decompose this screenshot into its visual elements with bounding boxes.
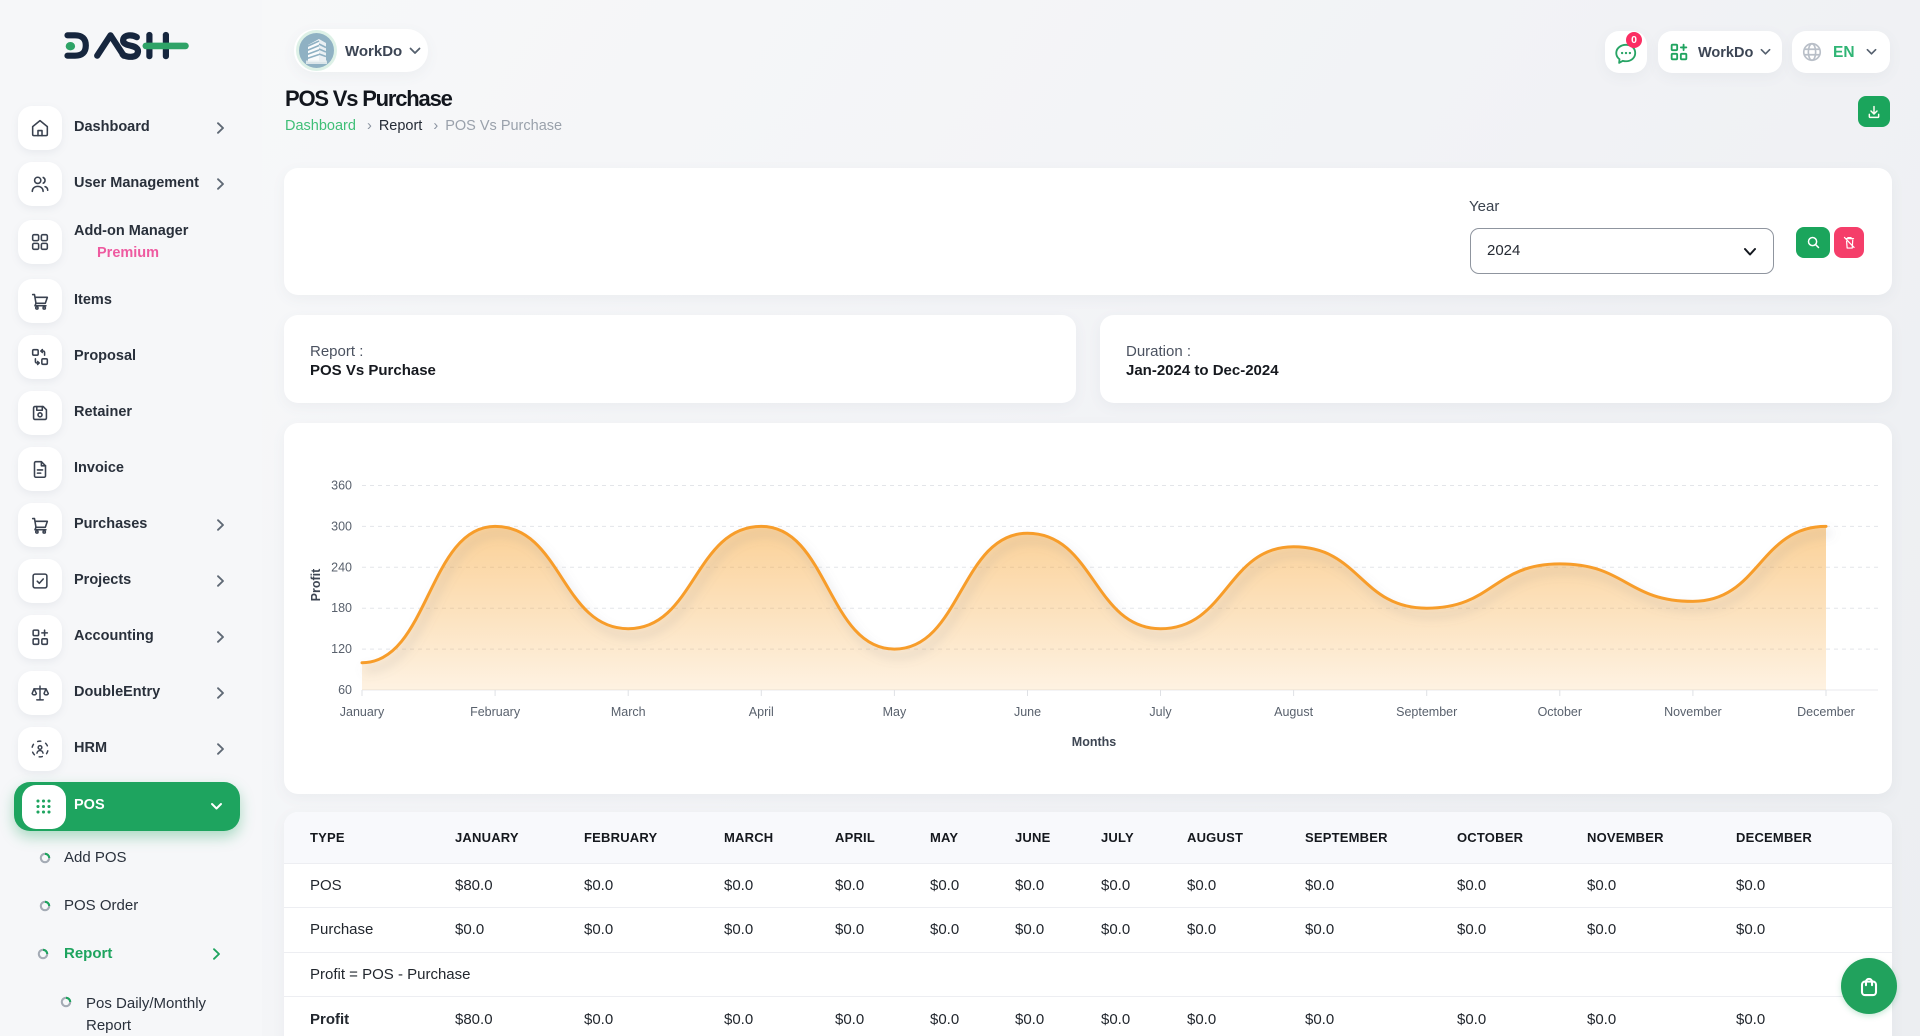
svg-text:180: 180 bbox=[331, 601, 352, 615]
svg-text:60: 60 bbox=[338, 683, 352, 697]
svg-text:360: 360 bbox=[331, 479, 352, 493]
svg-text:October: October bbox=[1538, 705, 1582, 719]
svg-text:300: 300 bbox=[331, 519, 352, 533]
svg-text:Profit: Profit bbox=[309, 568, 323, 601]
svg-text:April: April bbox=[749, 705, 774, 719]
svg-text:240: 240 bbox=[331, 560, 352, 574]
svg-text:July: July bbox=[1149, 705, 1172, 719]
svg-text:Months: Months bbox=[1072, 735, 1116, 749]
svg-text:May: May bbox=[883, 705, 907, 719]
svg-text:120: 120 bbox=[331, 642, 352, 656]
svg-text:August: August bbox=[1274, 705, 1313, 719]
svg-text:December: December bbox=[1797, 705, 1855, 719]
svg-text:January: January bbox=[340, 705, 385, 719]
svg-text:June: June bbox=[1014, 705, 1041, 719]
svg-text:February: February bbox=[470, 705, 521, 719]
svg-text:March: March bbox=[611, 705, 646, 719]
svg-text:November: November bbox=[1664, 705, 1722, 719]
svg-text:September: September bbox=[1396, 705, 1457, 719]
